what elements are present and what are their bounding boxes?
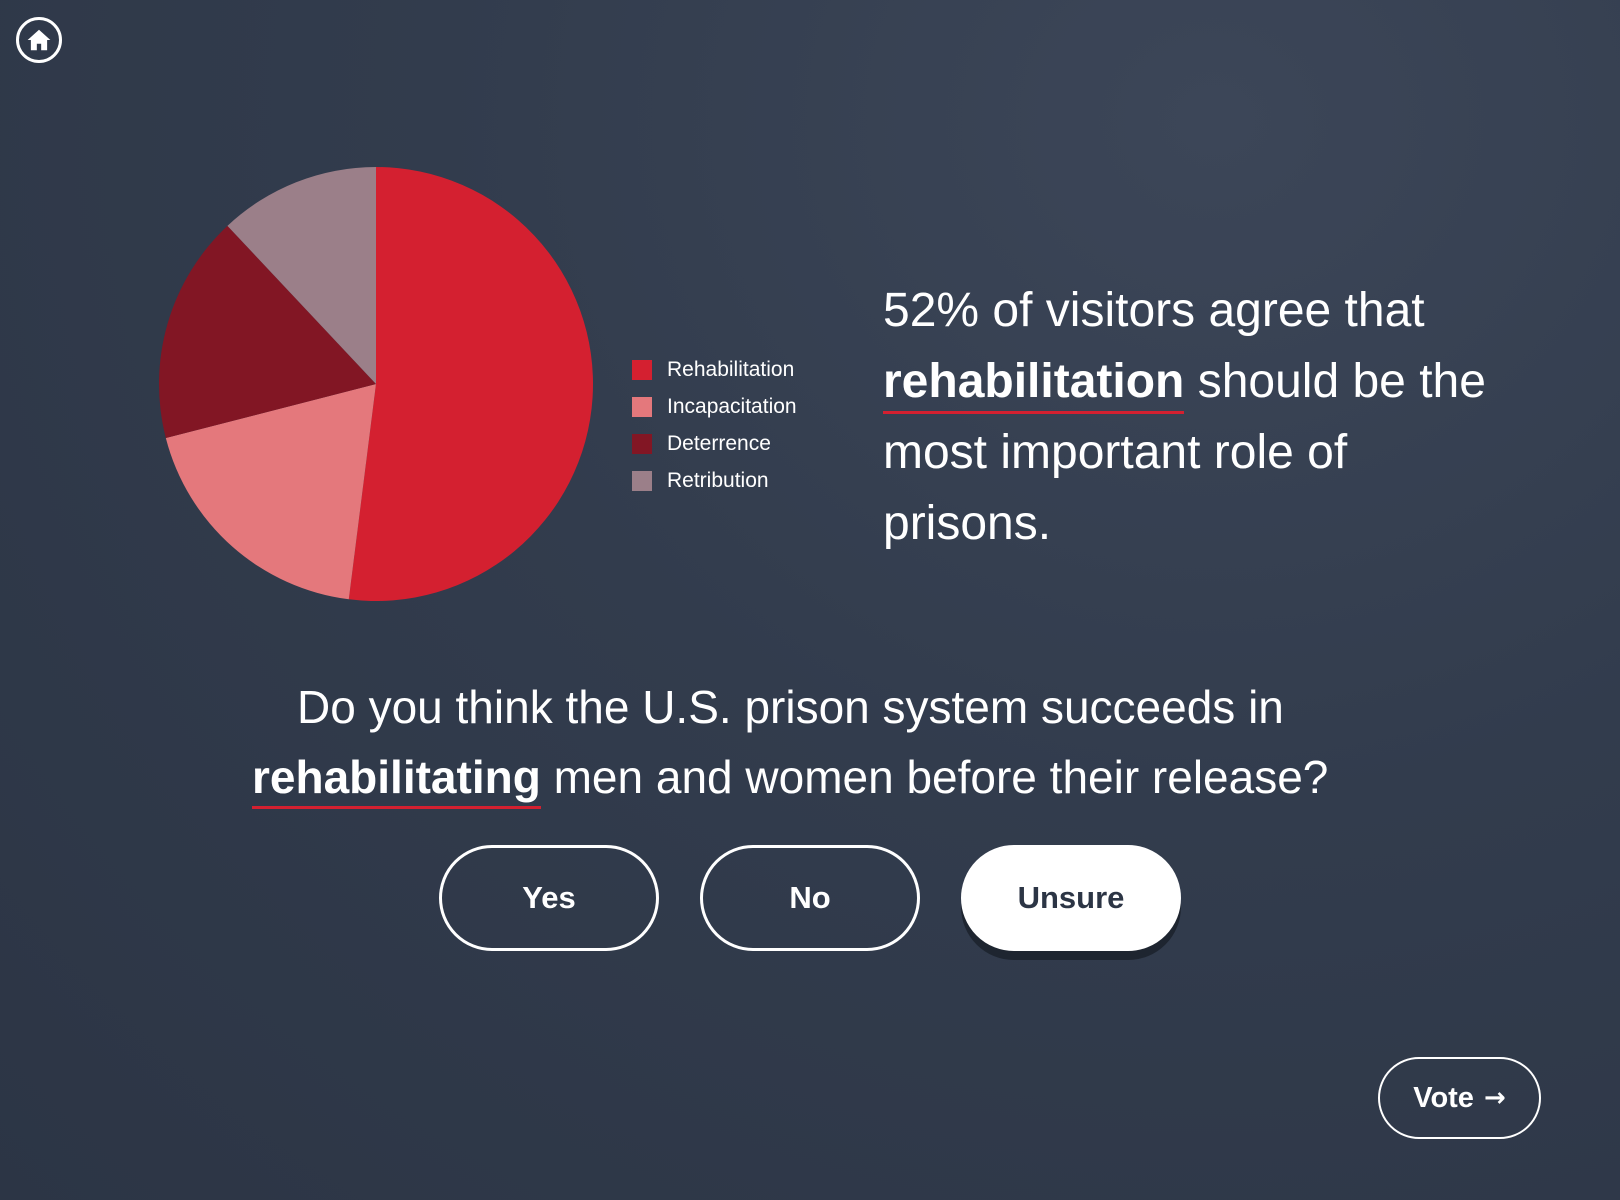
legend-item-rehabilitation: Rehabilitation <box>632 351 797 388</box>
legend-item-deterrence: Deterrence <box>632 425 797 462</box>
chart-legend: Rehabilitation Incapacitation Deterrence Re… <box>632 351 797 499</box>
home-icon <box>27 29 51 51</box>
legend-label: Retribution <box>667 468 769 492</box>
legend-label: Rehabilitation <box>667 357 795 381</box>
question-line-2: rehabilitating men and women before thei… <box>252 751 1328 809</box>
vote-label: Vote <box>1413 1081 1474 1114</box>
answer-unsure-button[interactable]: Unsure <box>961 845 1181 951</box>
stat-highlight: rehabilitation <box>883 353 1185 414</box>
legend-item-incapacitation: Incapacitation <box>632 388 797 425</box>
answer-options: Yes No Unsure <box>439 845 1222 951</box>
stat-text: 52% of visitors agree that rehabilitatio… <box>883 275 1583 559</box>
pie-slice-rehabilitation <box>348 167 593 601</box>
pie-chart <box>159 167 593 601</box>
legend-label: Deterrence <box>667 431 771 455</box>
legend-swatch <box>632 433 652 454</box>
stat-line-3: most important role of <box>883 426 1348 479</box>
stat-line-4: prisons. <box>883 497 1052 550</box>
legend-swatch <box>632 359 652 380</box>
pie-slice-deterrence <box>159 225 376 438</box>
legend-label: Incapacitation <box>667 394 797 418</box>
arrow-right-icon: → <box>1483 1083 1506 1113</box>
poll-question: Do you think the U.S. prison system succ… <box>252 672 1412 812</box>
question-highlight: rehabilitating <box>252 748 541 809</box>
legend-item-retribution: Retribution <box>632 462 797 499</box>
stat-line-2: rehabilitation should be the <box>883 346 1583 417</box>
pie-slice-incapacitation <box>165 384 376 600</box>
answer-no-button[interactable]: No <box>700 845 920 951</box>
home-button[interactable] <box>16 17 62 63</box>
legend-swatch <box>632 396 652 417</box>
pie-slice-retribution <box>227 167 376 384</box>
vote-button[interactable]: Vote → <box>1378 1057 1541 1139</box>
answer-yes-button[interactable]: Yes <box>439 845 659 951</box>
legend-swatch <box>632 470 652 491</box>
stat-line-1: 52% of visitors agree that <box>883 284 1425 337</box>
question-line-1: Do you think the U.S. prison system succ… <box>297 681 1284 733</box>
